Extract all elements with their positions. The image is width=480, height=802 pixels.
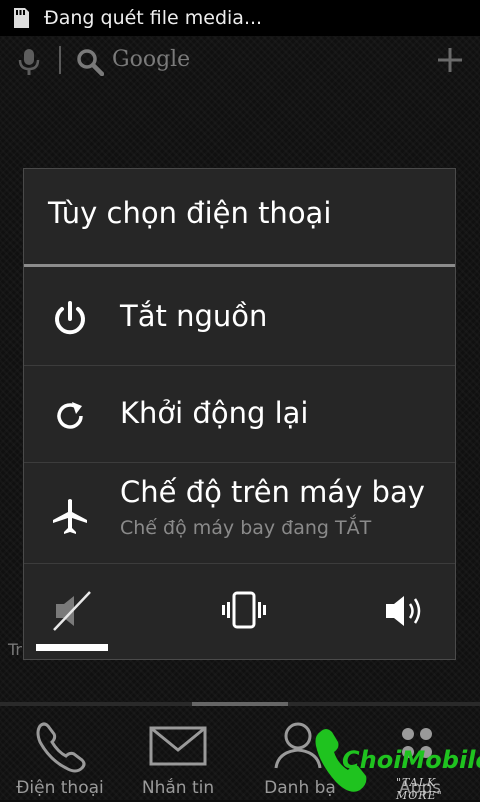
phone-options-dialog: Tùy chọn điện thoại Tắt nguồn Khởi động … <box>23 168 456 660</box>
search-divider <box>59 46 61 74</box>
sound-on-button[interactable] <box>380 588 440 634</box>
background-label: Tr <box>8 640 22 659</box>
restart-label: Khởi động lại <box>120 396 309 430</box>
phone-icon <box>30 718 90 778</box>
airplane-mode-option[interactable]: Chế độ trên máy bay Chế độ máy bay đang … <box>24 463 455 563</box>
silent-mode-button[interactable] <box>50 588 110 634</box>
choimobile-watermark: ChoiMobile "TALK MORE" <box>310 724 480 802</box>
microphone-icon[interactable] <box>18 48 40 80</box>
power-off-option[interactable]: Tắt nguồn <box>24 269 455 365</box>
google-logo-label[interactable]: Google <box>112 47 190 72</box>
speaker-icon <box>386 596 421 626</box>
search-icon[interactable] <box>76 48 105 80</box>
notification-text: Đang quét file media... <box>44 7 263 29</box>
restart-icon <box>50 396 90 436</box>
power-off-label: Tắt nguồn <box>120 299 268 333</box>
sd-card-icon <box>12 7 30 29</box>
selected-mode-indicator <box>36 644 108 651</box>
sound-mode-row <box>24 566 455 659</box>
dock-phone[interactable]: Điện thoại <box>0 708 120 800</box>
status-bar: Đang quét file media... <box>0 0 480 36</box>
dock-messages[interactable]: Nhắn tin <box>118 708 238 800</box>
airplane-mode-label: Chế độ trên máy bay <box>120 475 425 509</box>
add-widget-icon[interactable] <box>436 46 464 78</box>
item-divider <box>24 563 455 564</box>
title-divider <box>24 264 455 267</box>
muted-speaker-icon <box>53 591 91 631</box>
vibrate-icon <box>222 591 266 629</box>
page-indicator <box>192 702 288 706</box>
vibrate-mode-button[interactable] <box>214 588 274 634</box>
dock-messages-label: Nhắn tin <box>141 778 215 798</box>
search-bar[interactable]: Google <box>0 38 480 84</box>
restart-option[interactable]: Khởi động lại <box>24 366 455 462</box>
watermark-brand: ChoiMobile <box>342 746 480 774</box>
airplane-icon <box>50 497 90 537</box>
dialog-title: Tùy chọn điện thoại <box>48 196 332 230</box>
airplane-mode-status: Chế độ máy bay đang TẮT <box>120 517 372 539</box>
watermark-tagline: "TALK MORE" <box>396 776 443 802</box>
power-icon <box>50 299 90 339</box>
envelope-icon <box>148 718 208 778</box>
dock-phone-label: Điện thoại <box>16 778 104 798</box>
